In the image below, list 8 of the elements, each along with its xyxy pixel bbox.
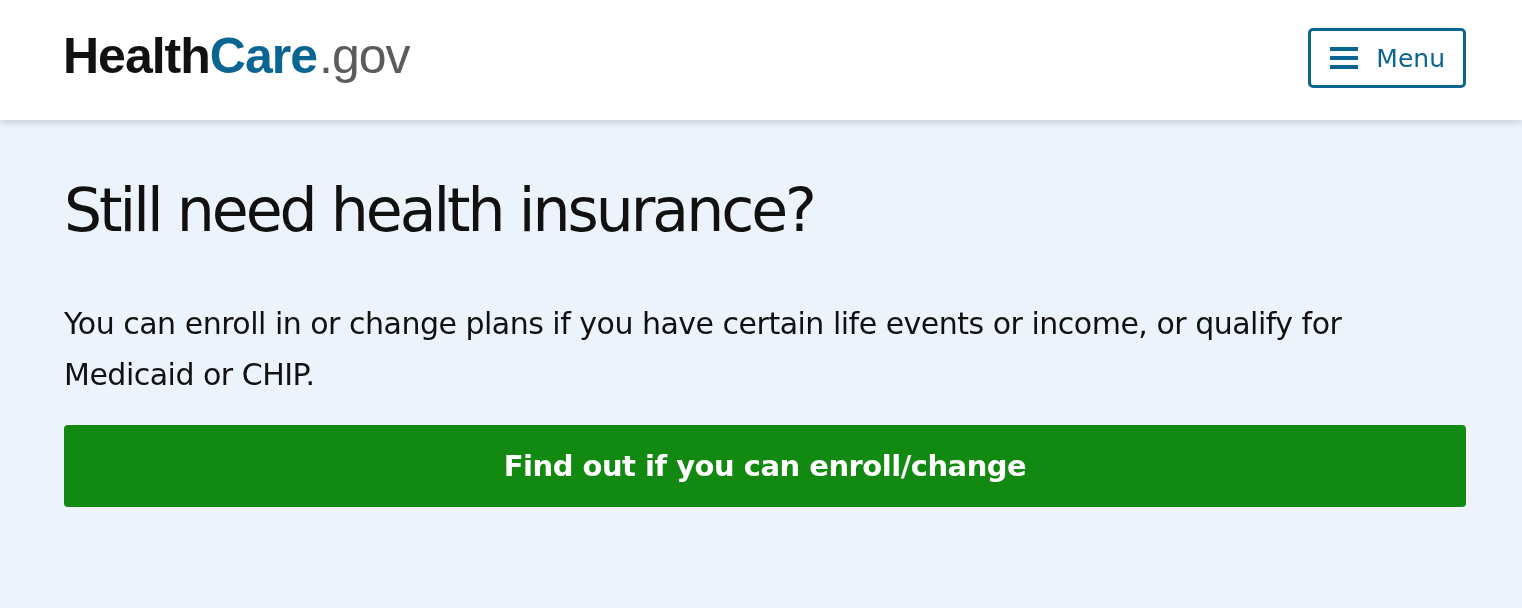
- logo-text[interactable]: .gov: [319, 27, 410, 85]
- menu-icon: [1330, 47, 1359, 69]
- menu-button[interactable]: Menu: [1308, 28, 1466, 88]
- intro-text: You can enroll in or change plans if you have certain life events or income, or qualify for Medicaid or CHIP.: [64, 305, 1343, 394]
- logo-text[interactable]: Health: [63, 27, 210, 85]
- logo-text[interactable]: Care: [209, 27, 317, 85]
- enroll-button[interactable]: Find out if you can enroll/change: [64, 425, 1466, 507]
- page-heading: Still need health insurance?: [64, 174, 815, 247]
